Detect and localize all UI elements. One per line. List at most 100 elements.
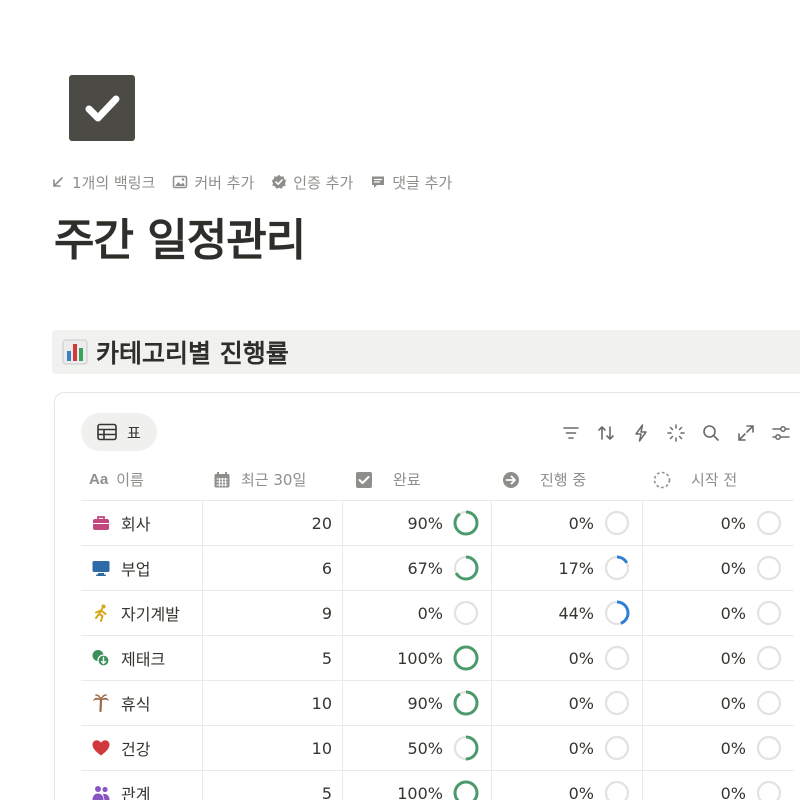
table-view-tab[interactable]: 표 (81, 413, 157, 451)
table-row[interactable]: 자기계발 9 0% 44% 0% (81, 591, 794, 636)
add-cover-button[interactable]: 커버 추가 (172, 172, 254, 193)
in-progress-rate-cell[interactable]: 0% (492, 771, 643, 800)
not-started-rate-cell[interactable]: 0% (643, 681, 794, 725)
automation-button[interactable] (631, 423, 651, 443)
name-cell[interactable]: 부업 (81, 546, 203, 590)
search-button[interactable] (701, 423, 721, 443)
add-comment-button[interactable]: 댓글 추가 (370, 172, 452, 193)
page-icon[interactable] (69, 75, 135, 141)
section-heading[interactable]: 카테고리별 진행률 (52, 330, 800, 374)
view-tab-label: 표 (127, 423, 141, 442)
name-cell[interactable]: 자기계발 (81, 591, 203, 635)
backlink-button[interactable]: 1개의 백링크 (50, 172, 155, 193)
name-cell[interactable]: 회사 (81, 501, 203, 545)
progress-ring (756, 735, 782, 761)
in-progress-rate-cell[interactable]: 17% (492, 546, 643, 590)
calendar-icon (214, 471, 230, 487)
page-title[interactable]: 주간 일정관리 (54, 204, 306, 268)
done-rate-cell[interactable]: 90% (343, 681, 492, 725)
progress-ring (453, 645, 479, 671)
automation-icon (635, 424, 647, 442)
row-name: 자기계발 (121, 605, 180, 624)
expand-button[interactable] (736, 423, 756, 443)
in-progress-rate-cell[interactable]: 0% (492, 501, 643, 545)
done-rate-cell[interactable]: 50% (343, 726, 492, 770)
recent-count: 9 (321, 603, 332, 623)
filter-button[interactable] (561, 423, 581, 443)
not-started-rate-cell[interactable]: 0% (643, 636, 794, 680)
table-row[interactable]: 관계 5 100% 0% 0% (81, 771, 794, 800)
table-row[interactable]: 부업 6 67% 17% 0% (81, 546, 794, 591)
recent-count-cell[interactable]: 9 (203, 591, 343, 635)
in-progress-rate-cell[interactable]: 0% (492, 681, 643, 725)
column-header-in-progress[interactable]: 진행 중 (492, 459, 643, 500)
progress-ring (453, 735, 479, 761)
progress-ring (604, 690, 630, 716)
add-comment-label: 댓글 추가 (392, 173, 453, 192)
in-progress-rate: 0% (568, 513, 594, 533)
done-rate-cell[interactable]: 0% (343, 591, 492, 635)
add-verification-button[interactable]: 인증 추가 (271, 172, 353, 193)
not-started-rate: 0% (720, 738, 746, 758)
row-name: 제태크 (121, 650, 166, 669)
name-cell[interactable]: 제태크 (81, 636, 203, 680)
settings-icon (772, 426, 790, 440)
view-settings-button[interactable] (771, 423, 791, 443)
recent-count-cell[interactable]: 10 (203, 726, 343, 770)
row-name: 휴식 (121, 695, 151, 714)
progress-ring (756, 510, 782, 536)
in-progress-rate: 0% (568, 783, 594, 800)
not-started-rate: 0% (720, 558, 746, 578)
table-row[interactable]: 제태크 5 100% 0% 0% (81, 636, 794, 681)
not-started-rate-cell[interactable]: 0% (643, 726, 794, 770)
recent-count-cell[interactable]: 5 (203, 636, 343, 680)
name-cell[interactable]: 관계 (81, 771, 203, 800)
recent-count-cell[interactable]: 20 (203, 501, 343, 545)
table-row[interactable]: 휴식 10 90% 0% 0% (81, 681, 794, 726)
name-cell[interactable]: 건강 (81, 726, 203, 770)
backlink-label: 1개의 백링크 (72, 173, 156, 192)
briefcase-icon (93, 516, 109, 530)
column-label: 시작 전 (691, 471, 738, 489)
recent-count: 5 (321, 648, 332, 668)
database-table: Aa 이름 최근 30일 완료 진행 중 시작 전 회사 20 90% 0% 0% 부업 6… (81, 459, 794, 800)
done-rate: 100% (397, 648, 443, 668)
recent-count-cell[interactable]: 6 (203, 546, 343, 590)
image-icon (173, 175, 188, 189)
column-header-name[interactable]: Aa 이름 (81, 459, 203, 500)
name-cell[interactable]: 휴식 (81, 681, 203, 725)
row-name: 관계 (121, 785, 151, 800)
column-header-done[interactable]: 완료 (343, 459, 492, 500)
column-header-not-started[interactable]: 시작 전 (643, 459, 794, 500)
table-row[interactable]: 건강 10 50% 0% 0% (81, 726, 794, 771)
not-started-rate: 0% (720, 603, 746, 623)
database-view: 표 Aa 이름 최근 30일 완료 진행 중 시작 전 회사 20 90% 0%… (54, 392, 800, 800)
not-started-rate-cell[interactable]: 0% (643, 546, 794, 590)
column-label: 최근 30일 (241, 471, 307, 489)
done-rate-cell[interactable]: 100% (343, 771, 492, 800)
search-icon (703, 425, 719, 441)
not-started-rate: 0% (720, 783, 746, 800)
done-rate-cell[interactable]: 67% (343, 546, 492, 590)
column-header-recent[interactable]: 최근 30일 (203, 459, 343, 500)
in-progress-rate-cell[interactable]: 0% (492, 636, 643, 680)
progress-ring (756, 645, 782, 671)
table-row[interactable]: 회사 20 90% 0% 0% (81, 501, 794, 546)
done-rate-cell[interactable]: 100% (343, 636, 492, 680)
people-icon (92, 786, 110, 800)
progress-ring (756, 780, 782, 800)
done-rate: 0% (417, 603, 443, 623)
in-progress-rate-cell[interactable]: 0% (492, 726, 643, 770)
not-started-rate-cell[interactable]: 0% (643, 771, 794, 800)
recent-count-cell[interactable]: 10 (203, 681, 343, 725)
not-started-rate-cell[interactable]: 0% (643, 501, 794, 545)
sort-button[interactable] (596, 423, 616, 443)
heart-icon (92, 740, 110, 756)
not-started-rate-cell[interactable]: 0% (643, 591, 794, 635)
done-rate-cell[interactable]: 90% (343, 501, 492, 545)
ai-button[interactable] (666, 423, 686, 443)
recent-count-cell[interactable]: 5 (203, 771, 343, 800)
row-name: 회사 (121, 515, 151, 534)
dashed-circle-icon (653, 471, 671, 488)
in-progress-rate-cell[interactable]: 44% (492, 591, 643, 635)
